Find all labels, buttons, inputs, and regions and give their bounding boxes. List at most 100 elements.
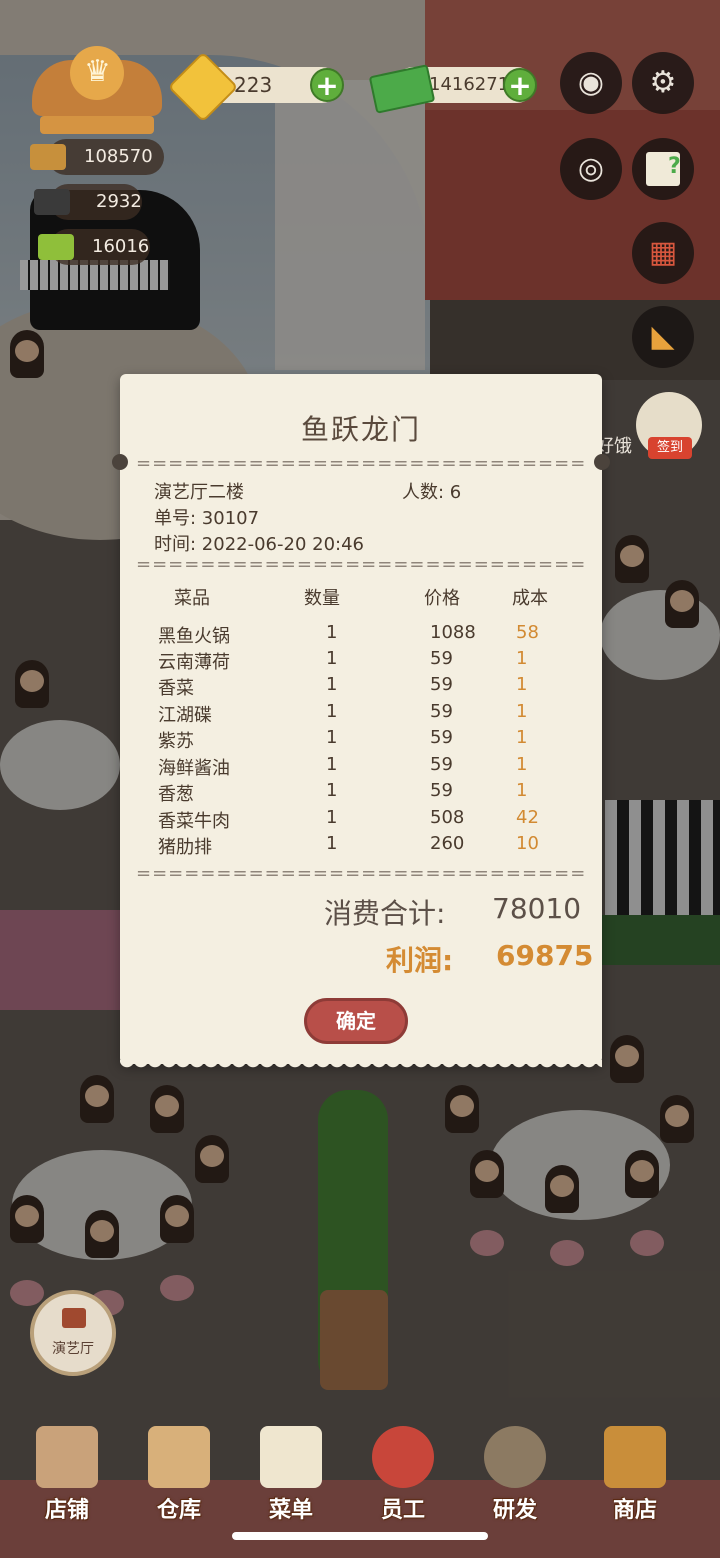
dish-qty: 1 [326, 727, 338, 748]
home-indicator[interactable] [232, 1532, 488, 1540]
dish-qty: 1 [326, 648, 338, 669]
nav-label: 店铺 [44, 1498, 89, 1523]
header-dish: 菜品 [174, 588, 210, 609]
dish-cost: 42 [516, 807, 539, 828]
dish-qty: 1 [326, 780, 338, 801]
help-book-button[interactable]: ? [632, 138, 694, 200]
camera-button[interactable]: ◉ [560, 52, 622, 114]
menu-clipboard-icon [260, 1426, 322, 1488]
camera-icon: ◉ [577, 65, 605, 100]
dish-name: 江湖碟 [158, 705, 212, 726]
dish-qty: 1 [326, 754, 338, 775]
dish-name: 海鲜酱油 [158, 758, 230, 779]
signin-label: 签到 [648, 437, 692, 459]
gear-icon: ⚙ [649, 65, 677, 100]
header-price: 价格 [424, 588, 460, 609]
nav-shop[interactable]: 店铺 [12, 1420, 122, 1530]
cash-count: 1416271 [429, 74, 510, 95]
divider [136, 457, 586, 471]
dish-price: 59 [430, 727, 453, 748]
dish-name: 紫苏 [158, 731, 194, 752]
order-receipt-dialog: 鱼跃龙门 演艺厅二楼 人数: 6 单号: 30107 时间: 2022-06-2… [112, 374, 610, 1074]
order-time: 时间: 2022-06-20 20:46 [154, 534, 364, 555]
order-row: 香菜牛肉 1 508 42 [120, 807, 602, 833]
nav-label: 研发 [492, 1498, 537, 1523]
recipe-book-icon: ▦ [648, 235, 678, 270]
megaphone-icon: ◣ [651, 319, 675, 354]
nav-staff[interactable]: 员工 [348, 1420, 458, 1530]
dish-cost: 1 [516, 674, 528, 695]
dish-qty: 1 [326, 807, 338, 828]
order-row: 香菜 1 59 1 [120, 674, 602, 700]
add-gems-button[interactable]: + [310, 68, 344, 102]
settings-button[interactable]: ⚙ [632, 52, 694, 114]
dish-cost: 58 [516, 622, 539, 643]
popularity-icon [38, 234, 74, 260]
hall-name: 演艺厅二楼 [154, 482, 244, 503]
order-row: 云南薄荷 1 59 1 [120, 648, 602, 674]
party-size: 人数: 6 [402, 482, 462, 503]
total-label: 消费合计: [324, 897, 446, 930]
dish-name: 香菜 [158, 678, 194, 699]
order-row: 紫苏 1 59 1 [120, 727, 602, 753]
dish-cost: 1 [516, 727, 528, 748]
dish-name: 猪肋排 [158, 837, 212, 858]
order-row: 香葱 1 59 1 [120, 780, 602, 806]
dish-cost: 10 [516, 833, 539, 854]
dish-qty: 1 [326, 674, 338, 695]
bottom-nav: 店铺 仓库 菜单 员工 研发 商店 [0, 1420, 720, 1530]
confirm-button[interactable]: 确定 [304, 998, 408, 1044]
crest-ribbon [40, 116, 154, 134]
chef-level-crest[interactable]: ♛ [32, 46, 162, 134]
stat-value-3: 16016 [92, 236, 150, 257]
nav-store[interactable]: 商店 [580, 1420, 690, 1530]
receipt-notch-right [594, 454, 610, 470]
nav-label: 员工 [380, 1498, 425, 1523]
dish-price: 59 [430, 754, 453, 775]
dish-name: 云南薄荷 [158, 652, 230, 673]
stat-value-1: 108570 [84, 146, 153, 167]
total-value: 78010 [492, 892, 582, 925]
warehouse-boxes-icon [148, 1426, 210, 1488]
dish-cost: 1 [516, 754, 528, 775]
header-qty: 数量 [304, 588, 340, 609]
order-row: 猪肋排 1 260 10 [120, 833, 602, 859]
promotion-button[interactable]: ◣ [632, 306, 694, 368]
nav-menu[interactable]: 菜单 [236, 1420, 346, 1530]
shop-front-icon [36, 1426, 98, 1488]
dish-price: 508 [430, 807, 465, 828]
nav-label: 仓库 [156, 1498, 201, 1523]
service-cloche-icon [34, 189, 70, 215]
recipe-book-button[interactable]: ▦ [632, 222, 694, 284]
profit-label: 利润: [386, 944, 454, 977]
add-cash-button[interactable]: + [503, 68, 537, 102]
receipt-title: 鱼跃龙门 [300, 413, 421, 446]
staff-avatar-icon [372, 1426, 434, 1488]
order-row: 江湖碟 1 59 1 [120, 701, 602, 727]
nav-research[interactable]: 研发 [460, 1420, 570, 1530]
divider [136, 867, 586, 881]
nav-label: 菜单 [268, 1498, 313, 1523]
dish-price: 59 [430, 701, 453, 722]
header-cost: 成本 [512, 588, 548, 609]
nav-label: 商店 [612, 1498, 657, 1523]
divider [136, 558, 586, 572]
dish-qty: 1 [326, 701, 338, 722]
receipt-notch-left [112, 454, 128, 470]
theater-icon [62, 1308, 86, 1328]
dish-qty: 1 [326, 833, 338, 854]
dish-name: 香菜牛肉 [158, 811, 230, 832]
gem-count: 223 [234, 73, 273, 97]
dish-price: 260 [430, 833, 465, 854]
hall-switch-button[interactable]: 演艺厅 [30, 1290, 116, 1376]
order-row: 黑鱼火锅 1 1088 58 [120, 622, 602, 648]
dish-price: 59 [430, 674, 453, 695]
store-stall-icon [604, 1426, 666, 1488]
view-button[interactable]: ◎ [560, 138, 622, 200]
order-number: 单号: 30107 [154, 508, 260, 529]
trophy-stand-icon [30, 144, 66, 170]
dish-qty: 1 [326, 622, 338, 643]
dish-price: 1088 [430, 622, 476, 643]
nav-warehouse[interactable]: 仓库 [124, 1420, 234, 1530]
order-row: 海鲜酱油 1 59 1 [120, 754, 602, 780]
